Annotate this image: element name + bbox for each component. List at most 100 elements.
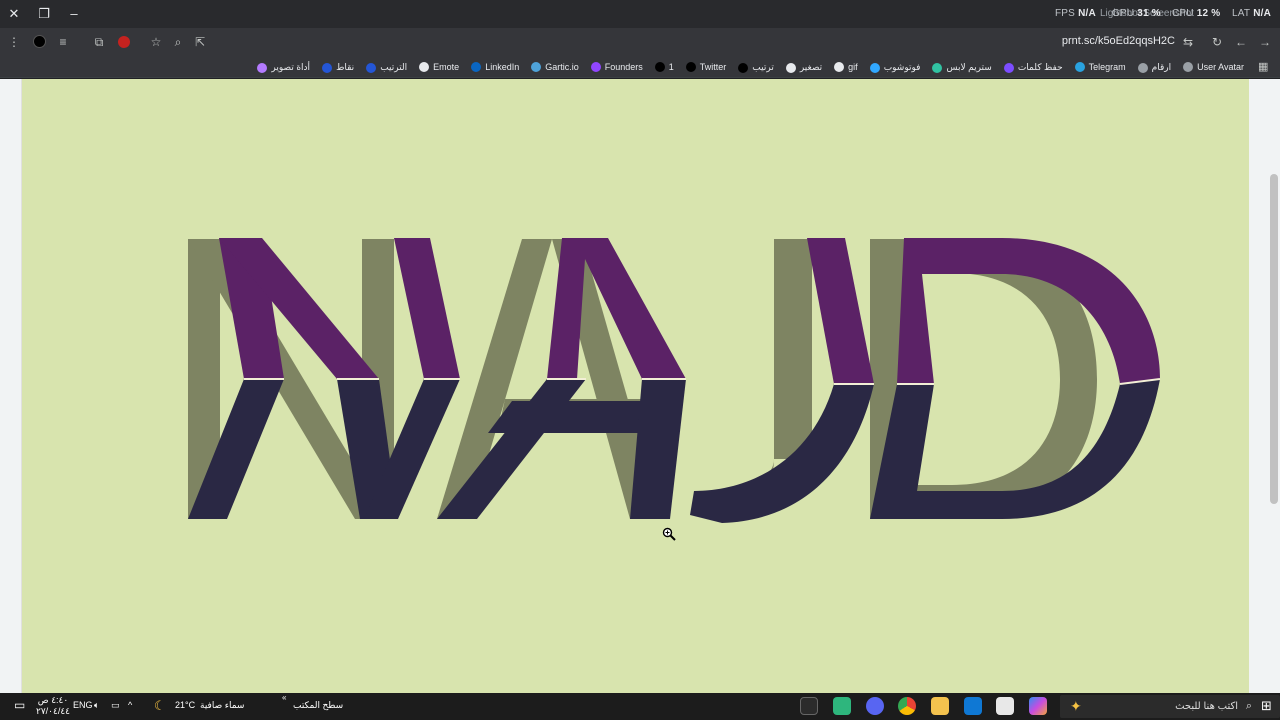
logo-top-layer (219, 238, 1160, 384)
bookmark-favicon-icon (932, 62, 943, 73)
extensions-icon[interactable]: ⧉ (91, 34, 107, 50)
desktop-toolbar-label[interactable]: سطح المكتب (293, 700, 343, 711)
page-left-margin (0, 79, 22, 693)
desktop-chevron-icon[interactable]: « (282, 693, 286, 702)
browser-toolbar: ⋮ ≡ ⧉ ☆ ⌕ ⇱ prnt.sc/k5oEd2qqsH2C ⇆ ↻ ← → (0, 28, 1280, 56)
vertical-scrollbar-thumb[interactable] (1270, 174, 1278, 504)
bookmark-label: Gartic.io (545, 62, 579, 72)
bookmark-favicon-icon (366, 62, 377, 73)
language-indicator[interactable]: ENG (73, 700, 93, 710)
network-icon[interactable]: ▭ (111, 700, 120, 711)
media-controls-icon[interactable]: ≡ (55, 34, 71, 50)
copilot-icon[interactable] (1029, 697, 1047, 715)
tray-overflow-icon[interactable]: ^ (128, 700, 132, 710)
bookmark-favicon-icon (531, 62, 542, 72)
bookmark-item[interactable]: تصغير (785, 57, 823, 78)
bookmark-item[interactable]: Telegram (1074, 56, 1126, 77)
browser-titlebar: ✕ ❐ – Lightshot Screenshot FPS N/A GPU 31 … (0, 0, 1280, 28)
windows-taskbar: ▭ ٤:٤٠ ص ٢٧/٠٤/٤٤ ENG 🔈︎ ▭ ^ ☾ 21°C سماء… (0, 693, 1280, 720)
bookmark-label: LinkedIn (485, 62, 520, 72)
bookmark-favicon-icon (322, 62, 333, 73)
bookmark-label: gif (848, 62, 858, 72)
close-window-icon[interactable]: ✕ (6, 6, 22, 22)
bottom-a-bar (488, 401, 662, 433)
minimize-window-icon[interactable]: – (66, 6, 82, 22)
bookmark-item[interactable]: Twitter (685, 56, 727, 77)
bookmark-favicon-icon (471, 62, 482, 72)
bookmark-star-icon[interactable]: ☆ (148, 34, 164, 50)
weather-text[interactable]: سماء صافية (200, 700, 244, 711)
bookmark-item[interactable]: ارقام (1137, 57, 1172, 78)
screenshot-image[interactable] (22, 79, 1249, 693)
bookmark-item[interactable]: 1 (654, 56, 674, 77)
bookmark-item[interactable]: حفظ كلمات (1003, 57, 1063, 78)
bookmark-favicon-icon (1074, 62, 1085, 72)
store-icon[interactable] (996, 697, 1014, 715)
bookmark-favicon-icon (1003, 62, 1014, 73)
forward-icon[interactable]: ← (1233, 34, 1249, 50)
bookmark-favicon-icon (654, 62, 665, 72)
bookmark-label: Twitter (699, 62, 727, 72)
zoom-icon[interactable]: ⌕ (170, 34, 186, 50)
bookmark-item[interactable]: Founders (590, 56, 643, 77)
bookmark-item[interactable]: نقاط (322, 57, 355, 78)
bookmark-favicon-icon (685, 62, 696, 72)
bookmark-item[interactable]: Gartic.io (531, 56, 579, 77)
top-n-right (394, 238, 460, 379)
bookmark-favicon-icon (419, 62, 430, 72)
cpu-readout: CPU 12 % (1172, 8, 1221, 19)
bookmark-item[interactable]: gif (834, 56, 858, 77)
start-windows-icon[interactable]: ⊞ (1261, 698, 1272, 714)
outlook-icon[interactable] (964, 697, 982, 715)
bookmark-favicon-icon (1137, 62, 1148, 73)
bookmark-label: Emote (433, 62, 460, 72)
apps-grid-icon[interactable]: ▦ (1258, 61, 1270, 73)
bookmark-favicon-icon (590, 62, 601, 72)
bookmark-label: الترتيب (380, 62, 408, 72)
bottom-d (870, 379, 1160, 519)
bookmark-label: User Avatar (1197, 62, 1244, 72)
bookmarks-bar: User Avatar ارقام Telegram حفظ كلمات ستريم ل… (0, 56, 1280, 78)
bookmark-item[interactable]: User Avatar (1183, 56, 1244, 77)
restore-window-icon[interactable]: ❐ (36, 6, 52, 22)
bookmark-item[interactable]: ترتيب (738, 57, 774, 78)
clock[interactable]: ٤:٤٠ ص ٢٧/٠٤/٤٤ (36, 695, 70, 717)
search-highlight-icon: ✦ (1070, 698, 1082, 714)
address-bar-url[interactable]: prnt.sc/k5oEd2qqsH2C (1062, 35, 1175, 47)
file-explorer-icon[interactable] (931, 697, 949, 715)
gpu-readout: GPU 31 % (1112, 8, 1161, 19)
bookmark-item[interactable]: فوتوشوب (869, 57, 921, 78)
bookmark-item[interactable]: أداة تصوير (257, 57, 310, 78)
bookmark-label: نقاط (336, 62, 355, 72)
taskbar-search-box[interactable]: ✦ اكتب هنا للبحث ⌕ (1060, 695, 1280, 718)
lat-readout: LAT N/A (1232, 8, 1272, 19)
discord-icon[interactable] (866, 697, 884, 715)
green-app-icon[interactable] (833, 697, 851, 715)
fps-readout: FPS N/A (1055, 8, 1096, 19)
menu-dots-icon[interactable]: ⋮ (6, 34, 22, 50)
weather-moon-icon: ☾ (154, 698, 166, 713)
epic-games-icon[interactable] (800, 697, 818, 715)
bookmark-label: حفظ كلمات (1017, 62, 1063, 72)
top-d (897, 238, 1160, 384)
share-icon[interactable]: ⇱ (192, 34, 208, 50)
site-settings-icon[interactable]: ⇆ (1180, 34, 1196, 50)
bookmark-favicon-icon (785, 62, 796, 73)
bookmark-favicon-icon (834, 62, 845, 72)
reload-icon[interactable]: ↻ (1209, 34, 1225, 50)
volume-icon[interactable]: 🔈︎ (94, 700, 99, 711)
bookmark-item[interactable]: Emote (419, 56, 460, 77)
bookmark-item[interactable]: ستريم لابس (932, 57, 992, 78)
bookmark-item[interactable]: LinkedIn (471, 56, 520, 77)
bookmark-label: ارقام (1151, 62, 1172, 72)
bookmark-item[interactable]: الترتيب (366, 57, 408, 78)
chrome-icon[interactable] (898, 697, 916, 715)
notifications-icon[interactable]: ▭ (14, 698, 25, 712)
extension-badge-icon[interactable] (116, 34, 132, 50)
profile-avatar[interactable] (31, 34, 47, 50)
top-a-stroke (547, 238, 686, 379)
back-icon[interactable]: → (1257, 34, 1273, 50)
bookmark-label: فوتوشوب (883, 62, 921, 72)
bookmark-label: تصغير (799, 62, 823, 72)
temperature[interactable]: 21°C (175, 700, 195, 710)
